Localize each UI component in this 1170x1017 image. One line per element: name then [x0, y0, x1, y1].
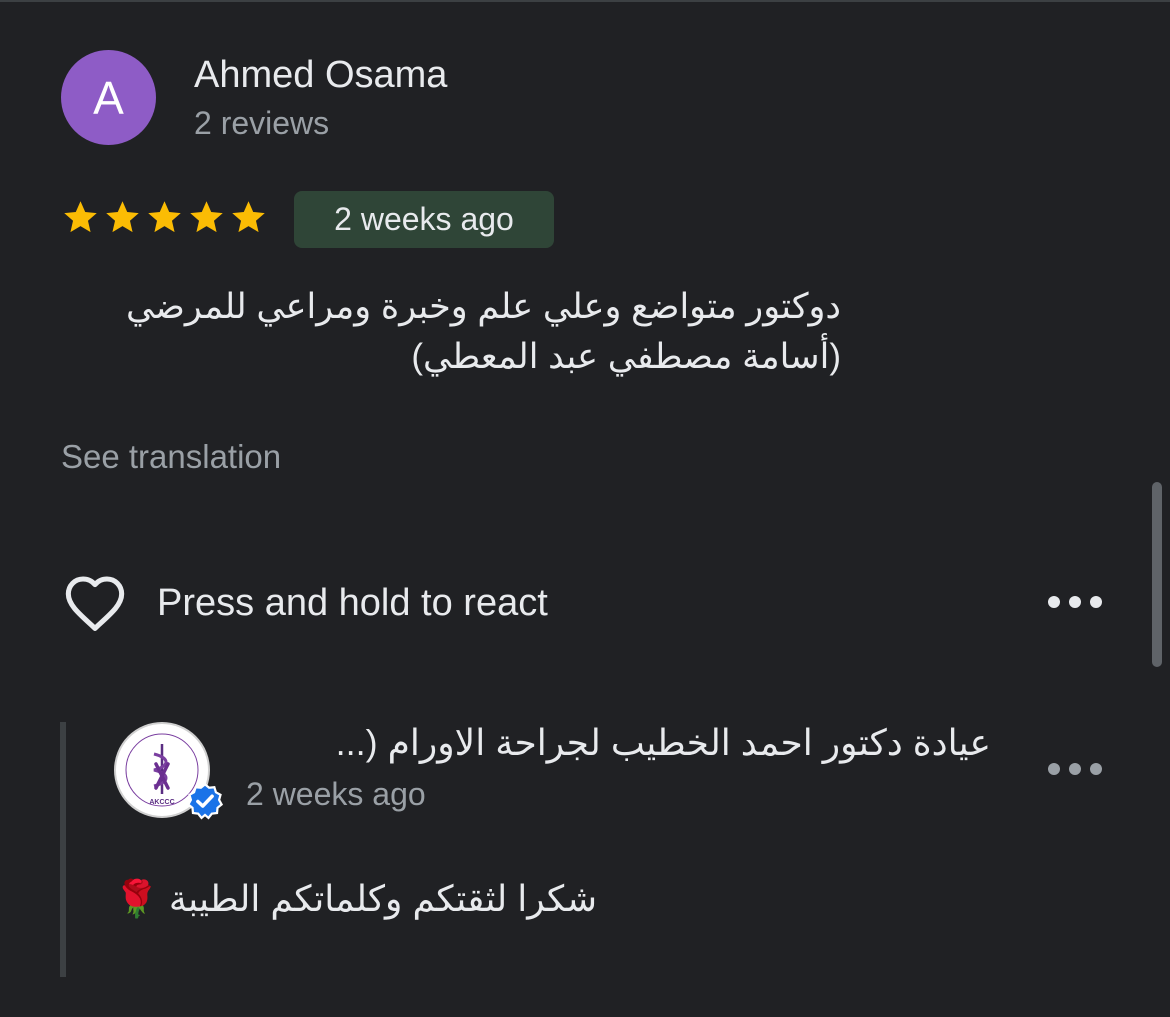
- react-label: Press and hold to react: [157, 581, 548, 624]
- owner-response-time: 2 weeks ago: [246, 776, 426, 812]
- star-rating: [61, 198, 268, 237]
- star-icon: [232, 201, 265, 233]
- review-text: دوكتور متواضع وعلي علم وخبرة ومراعي للمر…: [61, 282, 851, 382]
- owner-name[interactable]: عيادة دكتور احمد الخطيب لجراحة الاورام (…: [246, 722, 991, 764]
- verified-badge-icon: [186, 782, 224, 820]
- see-translation-link[interactable]: See translation: [61, 438, 281, 476]
- review-text-line: دوكتور متواضع وعلي علم وخبرة ومراعي للمر…: [126, 287, 841, 326]
- reply-indent-bar: [60, 722, 66, 977]
- reviewer-review-count: 2 reviews: [194, 105, 330, 141]
- review-more-options-icon[interactable]: [1048, 590, 1102, 614]
- top-divider: [0, 0, 1170, 2]
- owner-more-options-icon[interactable]: [1048, 757, 1102, 781]
- reviewer-avatar[interactable]: A: [61, 50, 156, 145]
- owner-reply-text: شكرا لثقتكم وكلماتكم الطيبة 🌹: [114, 878, 598, 919]
- reviewer-name[interactable]: Ahmed Osama: [194, 54, 447, 97]
- avatar-initial: A: [93, 71, 124, 124]
- scrollbar[interactable]: [1152, 482, 1162, 667]
- review-time-badge: 2 weeks ago: [294, 191, 554, 248]
- react-button[interactable]: Press and hold to react: [63, 573, 548, 633]
- heart-icon: [65, 576, 125, 631]
- star-icon: [148, 201, 181, 233]
- svg-text:AKCCC: AKCCC: [149, 799, 174, 806]
- star-icon: [106, 201, 139, 233]
- review-text-line: (أسامة مصطفي عبد المعطي): [411, 337, 841, 376]
- star-icon: [190, 201, 223, 233]
- star-icon: [64, 201, 97, 233]
